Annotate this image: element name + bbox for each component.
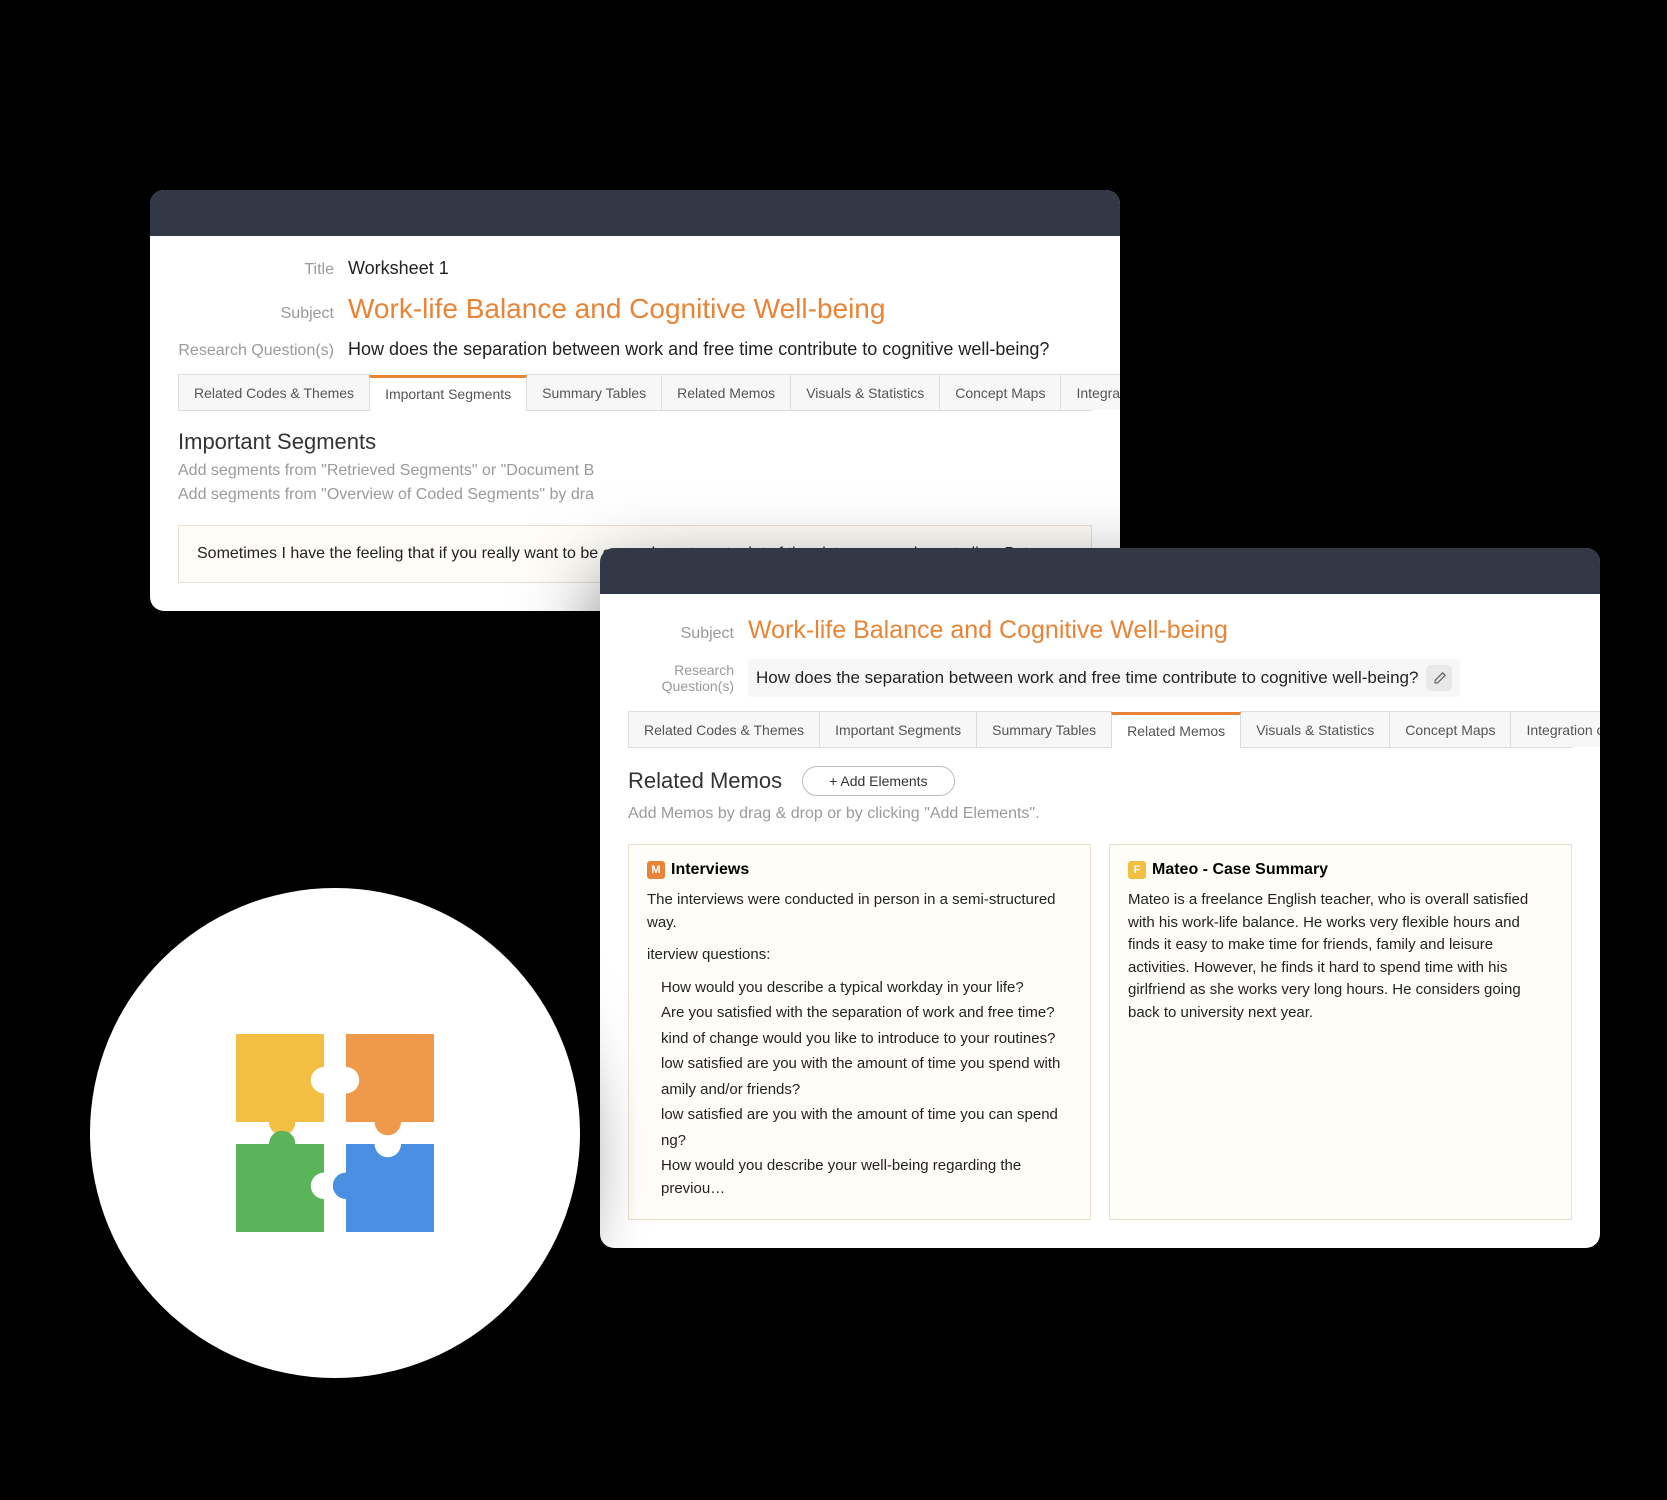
memo-badge-icon: M: [647, 861, 665, 879]
memo-question: How would you describe a typical workday…: [661, 977, 1072, 1000]
tab-integration[interactable]: Integration of Insights: [1510, 711, 1600, 747]
tab-related-memos[interactable]: Related Memos: [1111, 712, 1241, 748]
memo-card-interviews[interactable]: M Interviews The interviews were conduct…: [628, 844, 1091, 1220]
memo-title-text: Mateo - Case Summary: [1152, 861, 1328, 879]
tabbar: Related Codes & Themes Important Segment…: [628, 711, 1572, 748]
section-subtitle: Add segments from "Retrieved Segments" o…: [178, 459, 1092, 507]
memo-question: How would you describe your well-being r…: [661, 1155, 1072, 1200]
memo-title: M Interviews: [647, 861, 1072, 879]
front-panel: Subject Work-life Balance and Cognitive …: [600, 548, 1600, 1248]
tab-visuals-statistics[interactable]: Visuals & Statistics: [790, 374, 940, 410]
rq-value: How does the separation between work and…: [348, 339, 1049, 360]
section-subtitle: Add Memos by drag & drop or by clicking …: [628, 802, 1572, 826]
memo-question: amily and/or friends?: [661, 1079, 1072, 1102]
window-chrome: [150, 190, 1120, 236]
memo-title-text: Interviews: [671, 861, 749, 879]
subject-label: Subject: [628, 625, 748, 643]
tab-important-segments[interactable]: Important Segments: [819, 711, 977, 747]
memo-badge-icon: F: [1128, 861, 1146, 879]
tab-concept-maps[interactable]: Concept Maps: [939, 374, 1061, 410]
pencil-icon[interactable]: [1426, 665, 1452, 691]
rq-label: Research Question(s): [178, 342, 348, 360]
memo-grid: M Interviews The interviews were conduct…: [628, 844, 1572, 1220]
section-sub-line2: Add segments from "Overview of Coded Seg…: [178, 486, 594, 503]
memo-title: F Mateo - Case Summary: [1128, 861, 1553, 879]
rq-label: Research Question(s): [628, 662, 748, 694]
tab-related-codes[interactable]: Related Codes & Themes: [178, 374, 370, 410]
puzzle-logo-circle: [90, 888, 580, 1378]
subject-row: Subject Work-life Balance and Cognitive …: [628, 616, 1572, 645]
tab-summary-tables[interactable]: Summary Tables: [526, 374, 662, 410]
research-question-row: Research Question(s) How does the separa…: [178, 339, 1092, 360]
section-header: Related Memos + Add Elements: [628, 766, 1572, 796]
subject-label: Subject: [178, 305, 348, 323]
subject-row: Subject Work-life Balance and Cognitive …: [178, 293, 1092, 325]
rq-input[interactable]: How does the separation between work and…: [748, 659, 1460, 697]
memo-question: Are you satisfied with the separation of…: [661, 1002, 1072, 1025]
memo-question: low satisfied are you with the amount of…: [661, 1104, 1072, 1127]
puzzle-icon: [225, 1023, 445, 1243]
memo-question: ng?: [661, 1130, 1072, 1153]
tab-concept-maps[interactable]: Concept Maps: [1389, 711, 1511, 747]
memo-body: Mateo is a freelance English teacher, wh…: [1128, 889, 1553, 1024]
memo-question-list: How would you describe a typical workday…: [647, 977, 1072, 1201]
tabbar: Related Codes & Themes Important Segment…: [178, 374, 1092, 411]
tab-important-segments[interactable]: Important Segments: [369, 375, 527, 411]
title-label: Title: [178, 261, 348, 279]
tab-integration[interactable]: Integration of Insights: [1060, 374, 1120, 410]
panel-body: Subject Work-life Balance and Cognitive …: [600, 594, 1600, 1248]
memo-q-heading: iterview questions:: [647, 944, 1072, 967]
memo-card-mateo[interactable]: F Mateo - Case Summary Mateo is a freela…: [1109, 844, 1572, 1220]
tab-visuals-statistics[interactable]: Visuals & Statistics: [1240, 711, 1390, 747]
rq-text: How does the separation between work and…: [756, 668, 1418, 688]
title-value: Worksheet 1: [348, 258, 449, 279]
memo-body: The interviews were conducted in person …: [647, 889, 1072, 1200]
memo-intro: The interviews were conducted in person …: [647, 889, 1072, 934]
subject-value: Work-life Balance and Cognitive Well-bei…: [748, 616, 1228, 645]
section-title: Important Segments: [178, 429, 1092, 455]
research-question-row: Research Question(s) How does the separa…: [628, 659, 1572, 697]
section-sub-line1: Add segments from "Retrieved Segments" o…: [178, 462, 594, 479]
section-title: Related Memos: [628, 768, 782, 794]
title-row: Title Worksheet 1: [178, 258, 1092, 279]
add-elements-button[interactable]: + Add Elements: [802, 766, 954, 796]
memo-text: Mateo is a freelance English teacher, wh…: [1128, 889, 1553, 1024]
memo-question: low satisfied are you with the amount of…: [661, 1053, 1072, 1076]
stage: Title Worksheet 1 Subject Work-life Bala…: [0, 0, 1667, 1500]
tab-related-memos[interactable]: Related Memos: [661, 374, 791, 410]
subject-value: Work-life Balance and Cognitive Well-bei…: [348, 293, 885, 325]
tab-summary-tables[interactable]: Summary Tables: [976, 711, 1112, 747]
tab-related-codes[interactable]: Related Codes & Themes: [628, 711, 820, 747]
memo-question: kind of change would you like to introdu…: [661, 1028, 1072, 1051]
window-chrome: [600, 548, 1600, 594]
